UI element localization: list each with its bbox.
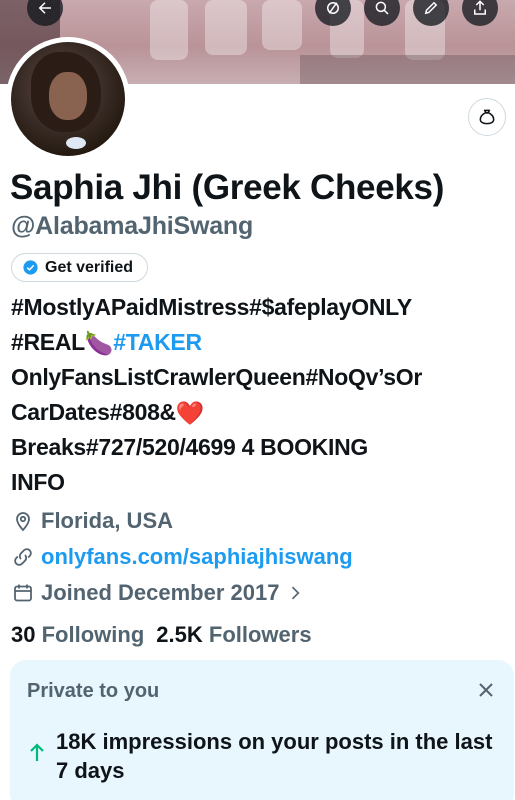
followers-label: Followers [208,622,312,647]
website-link[interactable]: onlyfans.com/saphiajhiswang [41,544,353,570]
following-label: Following [41,622,145,647]
location-row: Florida, USA [11,508,173,534]
bio-hashtag-real[interactable]: #REAL [11,329,85,355]
profile-bio: #MostlyAPaidMistress#$afeplayONLY #REAL🍆… [11,290,511,500]
chevron-right-icon [292,586,300,600]
bio-line: #REAL🍆#TAKER [11,325,511,360]
follow-stats: 30 Following 2.5K Followers [11,622,312,648]
bio-line: CarDates#808&❤️ [11,395,511,430]
followers-link[interactable]: 2.5K Followers [156,622,311,648]
following-link[interactable]: 30 Following [11,622,144,648]
money-bag-icon [479,109,495,125]
location-pin-icon [16,512,30,532]
website-row: onlyfans.com/saphiajhiswang [11,544,353,570]
joined-row[interactable]: Joined December 2017 [11,580,305,606]
slash-circle-icon [327,2,339,14]
avatar[interactable] [6,37,130,161]
joined-text: Joined December 2017 [41,580,280,605]
red-heart-emoji: ❤️ [175,400,205,427]
location-text: Florida, USA [41,508,174,533]
bio-line: Breaks#727/520/4699 4 BOOKING [11,434,368,460]
tip-button[interactable] [468,98,506,136]
arrow-up-icon [30,743,44,761]
bio-line[interactable]: #MostlyAPaidMistress#$afeplayONLY [11,290,511,325]
arrow-left-icon [38,2,51,14]
private-insights-card[interactable]: Private to you 18K impressions on your p… [10,660,514,800]
avatar-image [11,42,125,156]
get-verified-label: Get verified [45,258,134,276]
eggplant-emoji: 🍆 [84,330,114,357]
display-name: Saphia Jhi (Greek Cheeks) [10,168,445,207]
verified-badge-icon [23,260,38,275]
bio-text: CarDates#808& [11,399,176,425]
bio-line: OnlyFansListCrawlerQueen#NoQv’sOr [11,364,423,390]
link-icon [14,548,32,566]
calendar-icon [14,584,32,602]
share-button[interactable] [462,0,498,26]
impressions-message: 18K impressions on your posts in the las… [56,729,493,783]
private-card-title: Private to you [27,680,160,702]
search-button[interactable] [364,0,400,26]
followers-count: 2.5K [156,622,203,647]
search-icon [375,1,389,15]
get-verified-button[interactable]: Get verified [11,253,149,282]
bio-hashtag-taker[interactable]: #TAKER [113,329,202,355]
bio-line: INFO [11,469,65,495]
share-icon [474,0,486,15]
user-handle: @AlabamaJhiSwang [11,212,254,240]
pen-icon [424,1,438,15]
close-icon[interactable] [476,680,496,700]
following-count: 30 [11,622,36,647]
